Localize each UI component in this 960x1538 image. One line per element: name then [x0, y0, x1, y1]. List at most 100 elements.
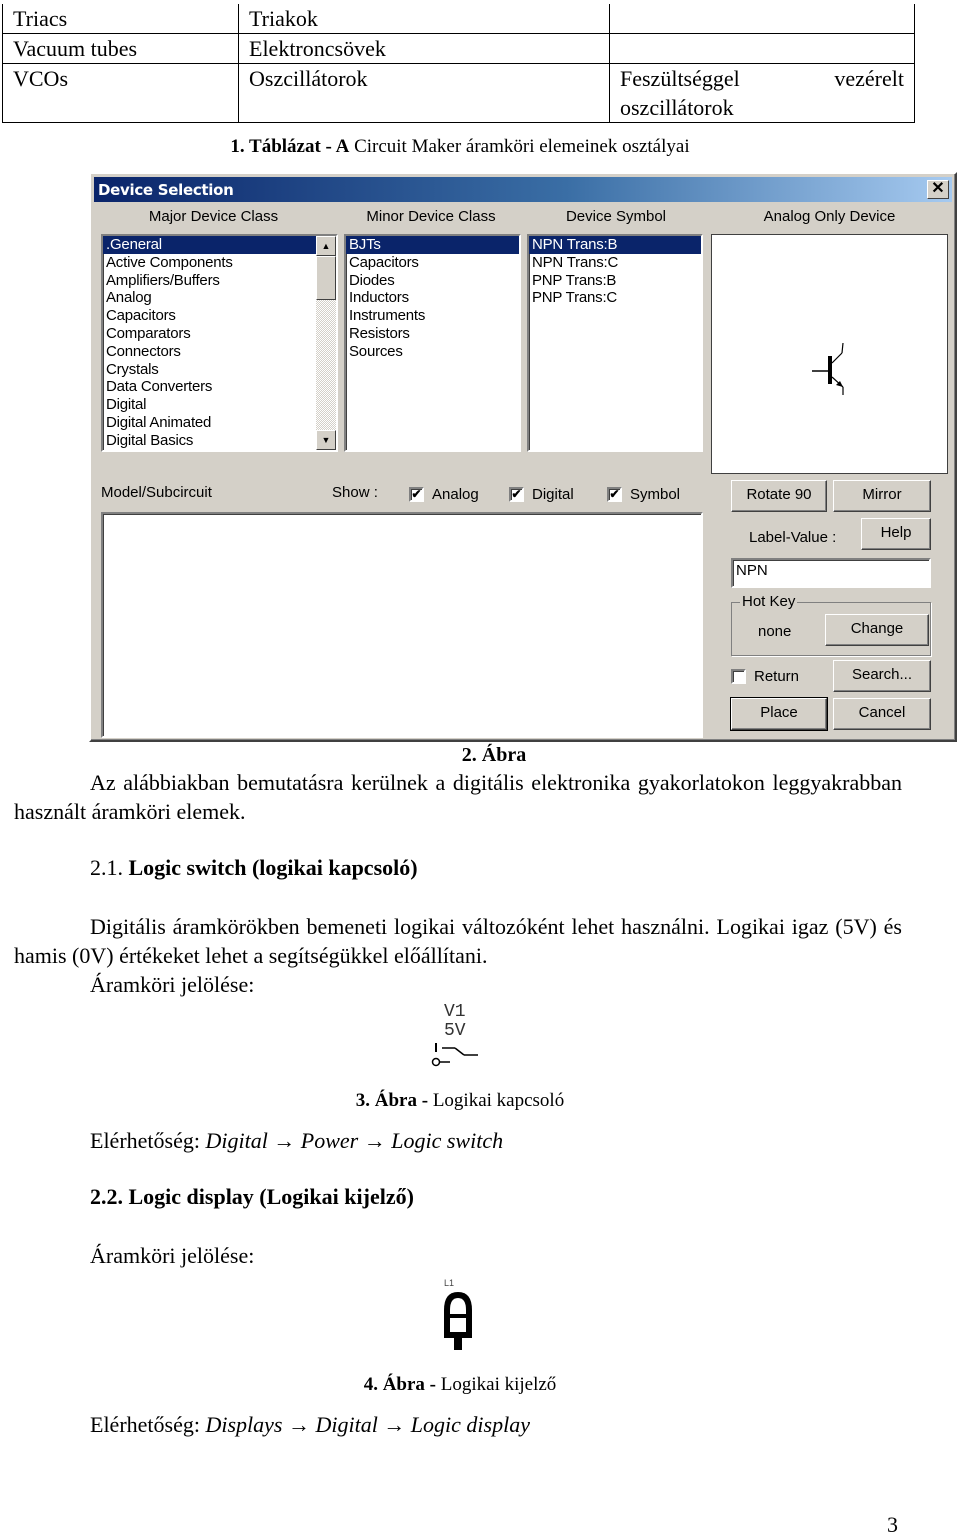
npn-transistor-icon [812, 342, 844, 395]
table-cell-hu: Triakok [238, 4, 610, 34]
change-button[interactable]: Change [825, 614, 929, 646]
access-path: Displays → Digital → Logic display [205, 1412, 530, 1437]
caption-text: Circuit Maker áramköri elemeinek osztály… [349, 136, 690, 157]
cancel-button[interactable]: Cancel [833, 698, 931, 730]
list-item[interactable]: Amplifiers/Buffers [103, 272, 316, 290]
table-cell-en: Vacuum tubes [2, 33, 239, 64]
figure-3-caption: 3. Ábra - Logikai kapcsoló [0, 1090, 920, 1112]
checkbox-label: Digital [532, 486, 574, 503]
list-item[interactable]: Diodes [346, 272, 519, 290]
section-number: 2.2. [90, 1184, 123, 1209]
access-label: Elérhetőség: [90, 1128, 206, 1153]
intro-paragraph: Az alábbiakban bemutatásra kerülnek a di… [14, 768, 902, 826]
list-item[interactable]: Sources [346, 343, 519, 361]
list-item[interactable]: PNP Trans:C [529, 289, 701, 307]
section-title: Logic switch (logikai kapcsoló) [128, 855, 418, 880]
label-value-input[interactable]: NPN [731, 558, 931, 588]
display-name: L1 [444, 1278, 455, 1288]
close-icon: ✕ [931, 180, 945, 197]
close-button[interactable]: ✕ [927, 180, 949, 199]
section-2-1-body: Digitális áramkörökben bemeneti logikai … [14, 912, 902, 970]
desc-word: vezérelt [834, 66, 904, 91]
list-item[interactable]: Capacitors [346, 254, 519, 272]
symbol-preview [711, 234, 948, 474]
switch-name: V1 [444, 1002, 466, 1022]
show-symbol-checkbox[interactable]: ✔ Symbol [607, 486, 680, 503]
section-2-2-heading: 2.2. Logic display (Logikai kijelző) [90, 1184, 414, 1210]
table-cell-en: Triacs [2, 4, 239, 34]
table-cell-hu: Elektroncsövek [238, 33, 610, 64]
caption-bold: 3. Ábra - [355, 1090, 429, 1111]
logic-display-icon [444, 1292, 472, 1350]
arrow-down-icon: ▼ [321, 435, 331, 445]
list-item[interactable]: Digital Basics [103, 432, 316, 450]
checkbox-label: Return [754, 668, 800, 685]
access-path: Digital → Power → Logic switch [205, 1128, 504, 1153]
list-item[interactable]: Analog [103, 289, 316, 307]
dialog-titlebar[interactable]: Device Selection ✕ [94, 177, 952, 202]
model-subcircuit-label: Model/Subcircuit [101, 484, 212, 501]
list-item[interactable]: NPN Trans:C [529, 254, 701, 272]
major-list-scrollbar[interactable]: ▲ ▼ [316, 236, 336, 450]
search-button[interactable]: Search... [833, 660, 931, 692]
desc-line: oszcillátorok [620, 95, 734, 120]
minor-class-heading: Minor Device Class [366, 208, 496, 225]
table-row: Vacuum tubes Elektroncsövek [2, 33, 915, 64]
list-item[interactable]: Instruments [346, 307, 519, 325]
table-cell-hu: Oszcillátorok [238, 63, 610, 123]
table-cell-en: VCOs [2, 63, 239, 123]
show-label: Show : [332, 484, 378, 501]
rotate-90-button[interactable]: Rotate 90 [731, 480, 827, 512]
checkbox-label: Symbol [630, 486, 681, 503]
access-path-2-2: Elérhetőség: Displays → Digital → Logic … [90, 1410, 530, 1439]
access-path-2-1: Elérhetőség: Digital → Power → Logic swi… [90, 1126, 503, 1155]
scroll-up-button[interactable]: ▲ [316, 236, 336, 256]
show-analog-checkbox[interactable]: ✔ Analog [409, 486, 479, 503]
table-caption: 1. Táblázat - A Circuit Maker áramköri e… [0, 136, 920, 158]
place-button[interactable]: Place [730, 697, 828, 731]
help-button[interactable]: Help [861, 518, 931, 550]
analog-only-heading: Analog Only Device [763, 208, 896, 225]
caption-text: Logikai kijelző [436, 1374, 557, 1395]
caption-text: Logikai kapcsoló [428, 1090, 565, 1111]
symbol-label: Áramköri jelölése: [90, 972, 255, 997]
list-item[interactable]: Connectors [103, 343, 316, 361]
checkbox-check-icon: ✔ [509, 487, 524, 502]
checkbox-check-icon: ✔ [607, 487, 622, 502]
major-class-list[interactable]: .General Active Components Amplifiers/Buff… [101, 234, 338, 452]
list-item[interactable]: Inductors [346, 289, 519, 307]
list-item[interactable]: Resistors [346, 325, 519, 343]
list-item[interactable]: Digital Animated [103, 414, 316, 432]
list-item[interactable]: PNP Trans:B [529, 272, 701, 290]
list-item[interactable]: Comparators [103, 325, 316, 343]
checkbox-label: Analog [432, 486, 479, 503]
model-subcircuit-box[interactable] [101, 512, 703, 738]
mirror-button[interactable]: Mirror [833, 480, 931, 512]
hot-key-group: Hot Key none Change [731, 593, 931, 656]
checkbox-check-icon: ✔ [409, 487, 424, 502]
list-item[interactable]: BJTs [346, 236, 519, 254]
device-class-table: Triacs Triakok Vacuum tubes Elektroncsöv… [2, 4, 915, 123]
list-item[interactable]: Data Converters [103, 378, 316, 396]
show-digital-checkbox[interactable]: ✔ Digital [509, 486, 574, 503]
list-item[interactable]: .General [103, 236, 316, 254]
return-checkbox[interactable]: Return [731, 668, 799, 685]
table-cell-desc [609, 4, 915, 34]
minor-class-list[interactable]: BJTs Capacitors Diodes Inductors Instruments… [344, 234, 521, 452]
access-label: Elérhetőség: [90, 1412, 206, 1437]
list-item[interactable]: Active Components [103, 254, 316, 272]
scroll-down-button[interactable]: ▼ [316, 430, 336, 450]
list-item[interactable]: Capacitors [103, 307, 316, 325]
table-row: Triacs Triakok [2, 4, 915, 34]
caption-bold: 1. Táblázat - A [230, 136, 350, 157]
dialog-title: Device Selection [98, 181, 234, 199]
list-item[interactable]: Crystals [103, 361, 316, 379]
table-cell-desc [609, 33, 915, 64]
device-symbol-list[interactable]: NPN Trans:B NPN Trans:C PNP Trans:B PNP Tra… [527, 234, 703, 452]
label-value-label: Label-Value : [749, 529, 837, 546]
scroll-thumb[interactable] [316, 256, 336, 300]
switch-value: 5V [444, 1021, 466, 1041]
list-item[interactable]: Digital [103, 396, 316, 414]
list-item[interactable]: NPN Trans:B [529, 236, 701, 254]
section-number: 2.1. [90, 855, 123, 880]
